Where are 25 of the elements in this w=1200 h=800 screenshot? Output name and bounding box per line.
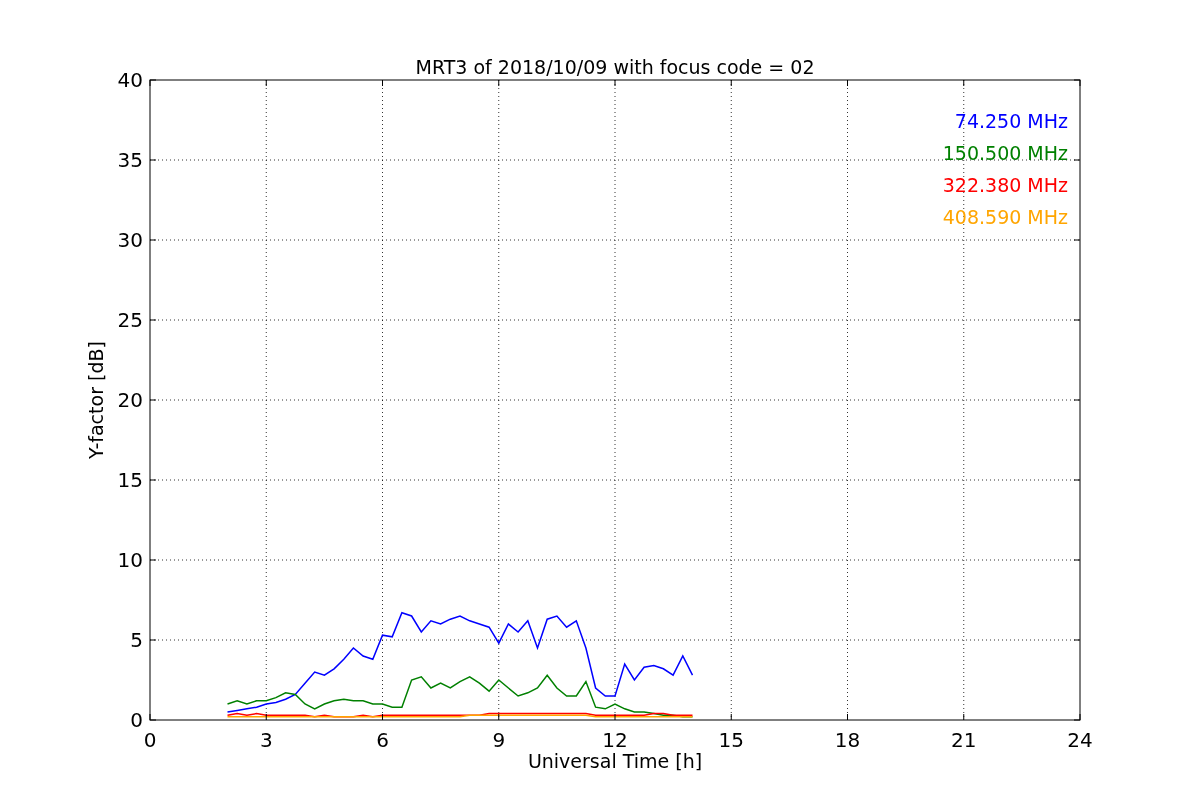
x-axis-label: Universal Time [h] bbox=[527, 750, 703, 772]
x-tick-label: 12 bbox=[602, 728, 628, 752]
x-tick-label: 24 bbox=[1067, 728, 1093, 752]
legend-label: 322.380 MHz bbox=[942, 174, 1068, 196]
legend-label: 408.590 MHz bbox=[942, 206, 1068, 228]
x-tick-label: 18 bbox=[834, 728, 861, 752]
x-tick-label: 9 bbox=[492, 728, 506, 752]
chart-title: MRT3 of 2018/10/09 with focus code = 02 bbox=[415, 56, 815, 78]
x-tick-label: 21 bbox=[951, 728, 977, 752]
y-tick-label: 15 bbox=[117, 468, 143, 492]
y-tick-label: 40 bbox=[117, 68, 143, 92]
x-tick-label: 3 bbox=[259, 728, 273, 752]
x-tick-label: 6 bbox=[376, 728, 389, 752]
y-tick-label: 5 bbox=[130, 628, 143, 652]
y-tick-label: 35 bbox=[117, 148, 143, 172]
legend-label: 74.250 MHz bbox=[954, 110, 1068, 132]
y-tick-label: 30 bbox=[117, 228, 143, 252]
legend-label: 150.500 MHz bbox=[942, 142, 1068, 164]
x-tick-label: 15 bbox=[718, 728, 744, 752]
y-axis-label: Y-factor [dB] bbox=[85, 341, 107, 459]
y-tick-label: 10 bbox=[117, 548, 143, 572]
y-tick-label: 20 bbox=[117, 388, 143, 412]
x-tick-label: 0 bbox=[143, 728, 157, 752]
y-tick-label: 25 bbox=[117, 308, 143, 332]
y-tick-label: 0 bbox=[130, 708, 143, 732]
